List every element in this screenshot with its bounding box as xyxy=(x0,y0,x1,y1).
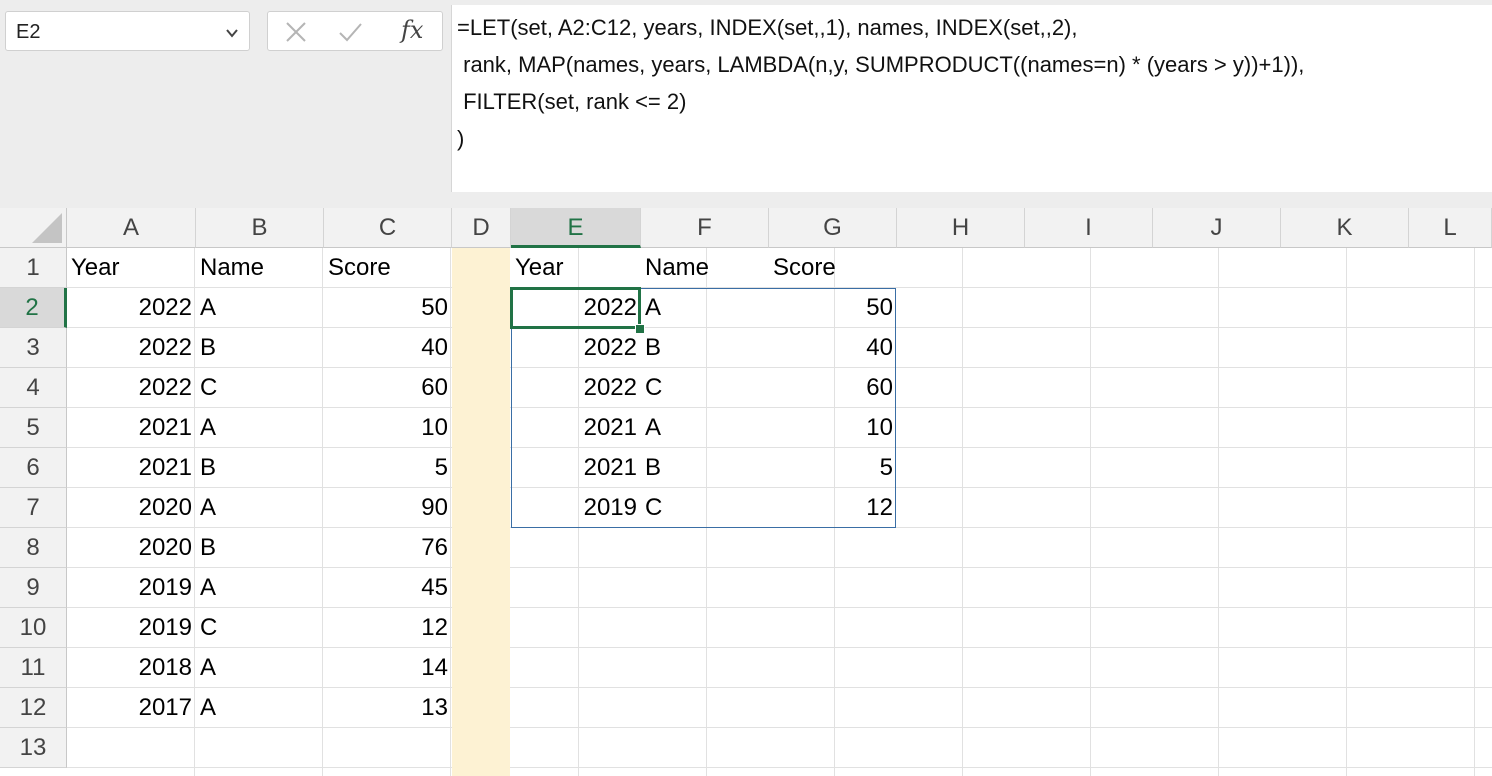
data-cell[interactable]: 10 xyxy=(324,408,452,448)
data-cell[interactable]: A xyxy=(196,408,324,448)
data-cell[interactable]: A xyxy=(641,288,769,328)
data-cell[interactable]: 90 xyxy=(324,488,452,528)
column-header-i[interactable]: I xyxy=(1025,208,1153,248)
data-cell[interactable]: 2022 xyxy=(511,288,641,328)
data-cell[interactable]: A xyxy=(196,568,324,608)
row-header-5[interactable]: 5 xyxy=(0,408,67,448)
row-header-3[interactable]: 3 xyxy=(0,328,67,368)
data-cell[interactable]: B xyxy=(641,328,769,368)
data-cell[interactable]: 40 xyxy=(769,328,897,368)
header-cell[interactable]: Score xyxy=(769,248,897,288)
data-cell[interactable]: 2021 xyxy=(67,408,196,448)
column-header-g[interactable]: G xyxy=(769,208,897,248)
row-header-12[interactable]: 12 xyxy=(0,688,67,728)
data-cell[interactable]: 2020 xyxy=(67,528,196,568)
data-cell[interactable]: 10 xyxy=(769,408,897,448)
formula-line: =LET(set, A2:C12, years, INDEX(set,,1), … xyxy=(457,15,1078,40)
column-header-c[interactable]: C xyxy=(324,208,452,248)
formula-line: rank, MAP(names, years, LAMBDA(n,y, SUMP… xyxy=(457,52,1305,77)
data-cell[interactable]: 2019 xyxy=(511,488,641,528)
column-header-k[interactable]: K xyxy=(1281,208,1409,248)
row-header-10[interactable]: 10 xyxy=(0,608,67,648)
select-all-triangle-icon xyxy=(32,213,62,243)
row-header-13[interactable]: 13 xyxy=(0,728,67,768)
data-cell[interactable]: A xyxy=(196,648,324,688)
row-header-1[interactable]: 1 xyxy=(0,248,67,288)
data-cell[interactable]: 76 xyxy=(324,528,452,568)
data-cell[interactable]: B xyxy=(641,448,769,488)
header-cell[interactable]: Name xyxy=(641,248,769,288)
formula-buttons: fx xyxy=(267,11,443,51)
column-header-b[interactable]: B xyxy=(196,208,324,248)
data-cell[interactable]: B xyxy=(196,328,324,368)
formula-toolbar: E2 fx =LET(set, A2:C12, years, INDEX(set… xyxy=(0,0,1492,208)
column-header-d[interactable]: D xyxy=(452,208,511,248)
column-header-f[interactable]: F xyxy=(641,208,769,248)
header-cell[interactable]: Year xyxy=(511,248,641,288)
data-cell[interactable]: 5 xyxy=(324,448,452,488)
row-header-6[interactable]: 6 xyxy=(0,448,67,488)
data-cell[interactable]: C xyxy=(641,368,769,408)
data-cell[interactable]: B xyxy=(196,528,324,568)
data-cell[interactable]: C xyxy=(641,488,769,528)
row-header-11[interactable]: 11 xyxy=(0,648,67,688)
row-header-7[interactable]: 7 xyxy=(0,488,67,528)
row-header-4[interactable]: 4 xyxy=(0,368,67,408)
select-all-button[interactable] xyxy=(0,208,67,248)
column-header-h[interactable]: H xyxy=(897,208,1025,248)
data-cell[interactable]: 12 xyxy=(324,608,452,648)
column-header-j[interactable]: J xyxy=(1153,208,1281,248)
data-cell[interactable]: 2022 xyxy=(511,328,641,368)
data-cell[interactable]: 60 xyxy=(324,368,452,408)
data-cell[interactable]: 5 xyxy=(769,448,897,488)
data-cell[interactable]: 2021 xyxy=(511,448,641,488)
confirm-icon[interactable] xyxy=(338,20,362,44)
data-cell[interactable]: 2021 xyxy=(511,408,641,448)
row-header-2[interactable]: 2 xyxy=(0,288,67,328)
data-cell[interactable]: 12 xyxy=(769,488,897,528)
insert-function-button[interactable]: fx xyxy=(401,16,423,44)
data-cell[interactable]: A xyxy=(196,288,324,328)
data-cell[interactable]: 50 xyxy=(324,288,452,328)
column-d-highlight xyxy=(452,248,510,776)
data-cell[interactable]: 14 xyxy=(324,648,452,688)
data-cell[interactable]: C xyxy=(196,608,324,648)
data-cell[interactable]: 2018 xyxy=(67,648,196,688)
header-cell[interactable]: Year xyxy=(67,248,196,288)
data-cell[interactable]: 2020 xyxy=(67,488,196,528)
name-box[interactable]: E2 xyxy=(5,11,250,51)
row-header-9[interactable]: 9 xyxy=(0,568,67,608)
data-cell[interactable]: 2019 xyxy=(67,608,196,648)
formula-line: FILTER(set, rank <= 2) xyxy=(457,89,687,114)
header-cell[interactable]: Name xyxy=(196,248,324,288)
row-header-8[interactable]: 8 xyxy=(0,528,67,568)
data-cell[interactable]: 13 xyxy=(324,688,452,728)
data-cell[interactable]: 60 xyxy=(769,368,897,408)
data-cell[interactable]: 2022 xyxy=(511,368,641,408)
formula-bar[interactable]: =LET(set, A2:C12, years, INDEX(set,,1), … xyxy=(451,5,1492,192)
header-cell[interactable]: Score xyxy=(324,248,452,288)
data-cell[interactable]: A xyxy=(641,408,769,448)
name-box-value: E2 xyxy=(16,21,41,43)
data-cell[interactable]: A xyxy=(196,488,324,528)
data-cell[interactable]: 2022 xyxy=(67,368,196,408)
data-cell[interactable]: 2017 xyxy=(67,688,196,728)
column-header-l[interactable]: L xyxy=(1409,208,1492,248)
column-header-e[interactable]: E xyxy=(511,208,641,248)
data-cell[interactable]: 2022 xyxy=(67,288,196,328)
data-cell[interactable]: 2021 xyxy=(67,448,196,488)
data-cell[interactable]: 45 xyxy=(324,568,452,608)
cancel-icon[interactable] xyxy=(284,20,308,44)
data-cell[interactable]: 2019 xyxy=(67,568,196,608)
data-cell[interactable]: 50 xyxy=(769,288,897,328)
formula-line: ) xyxy=(457,126,465,151)
data-cell[interactable]: 2022 xyxy=(67,328,196,368)
data-cell[interactable]: C xyxy=(196,368,324,408)
data-cell[interactable]: 40 xyxy=(324,328,452,368)
data-cell[interactable]: B xyxy=(196,448,324,488)
data-cell[interactable]: A xyxy=(196,688,324,728)
chevron-down-icon[interactable] xyxy=(225,26,239,40)
column-header-a[interactable]: A xyxy=(67,208,196,248)
